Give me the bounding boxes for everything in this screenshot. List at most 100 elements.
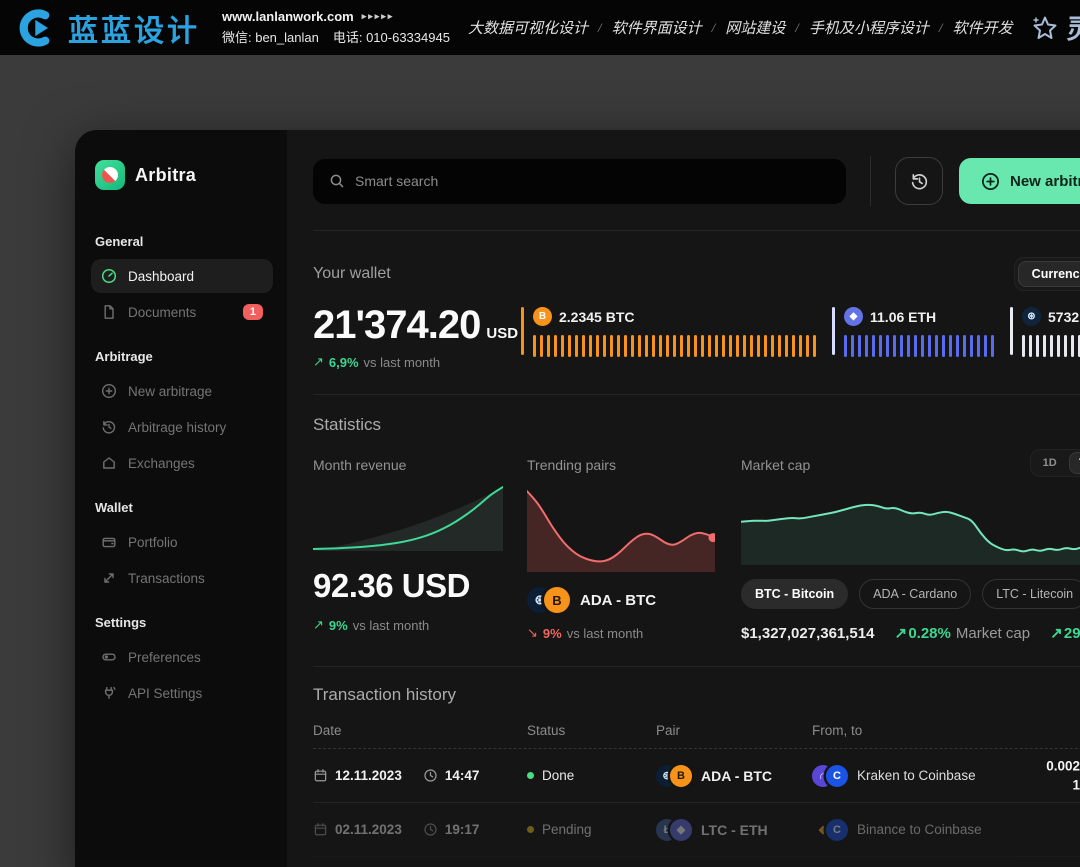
transfer-icon	[101, 570, 117, 586]
range-selector: 1D7D1M	[1030, 449, 1080, 477]
transaction-row-3[interactable]: 29.10.202304:23Done⊛BADA - BTC∩CKraken t…	[313, 857, 1080, 867]
sidebar-item-label: Dashboard	[128, 269, 194, 284]
cell-from-to: ◆CBinance to Coinbase	[812, 819, 1080, 841]
currency-group-cardano: ⊛5732.61 ADA	[1010, 307, 1080, 357]
month-revenue-label: Month revenue	[313, 457, 503, 473]
sidebar-item-documents[interactable]: Documents1	[91, 295, 273, 329]
coinbase-icon: C	[826, 819, 848, 841]
cell-status: Pending	[527, 822, 656, 837]
site-url[interactable]: www.lanlanwork.com	[222, 9, 354, 24]
trend-up-icon: ↗	[313, 617, 324, 633]
app-name: Arbitra	[135, 165, 196, 186]
app-brand[interactable]: Arbitra	[91, 160, 273, 190]
trend-up-icon: ↗	[894, 625, 907, 642]
toggle-icon	[101, 649, 117, 665]
history-icon	[101, 419, 117, 435]
lanlan-brand-text: 蓝蓝设计	[68, 6, 200, 50]
token-pill-btc-bitcoin[interactable]: BTC - Bitcoin	[741, 579, 848, 609]
arbitra-logo-icon	[95, 160, 125, 190]
ethereum-icon: ◆	[844, 307, 863, 326]
service-link-3[interactable]: 网站建设	[725, 17, 785, 38]
cell-from-to: ∩CKraken to Coinbase	[812, 765, 1080, 787]
collect-logo[interactable]: 灵感收集	[1031, 9, 1080, 46]
ethereum-amount: ◆11.06 ETH	[844, 307, 994, 326]
range-1d[interactable]: 1D	[1033, 452, 1067, 474]
market-cap-value: $1,327,027,361,514	[741, 625, 874, 642]
sidebar: Arbitra General Dashboard Documents1 Arbitr…	[75, 130, 287, 867]
trend-up-icon: ↗	[1050, 625, 1063, 642]
service-link-5[interactable]: 软件开发	[953, 17, 1013, 38]
new-arbitrage-button[interactable]: New arbitrage	[959, 158, 1080, 204]
column-header-pair: Pair	[656, 723, 812, 738]
sidebar-item-preferences[interactable]: Preferences	[91, 640, 273, 674]
bitcoin-bars	[533, 335, 816, 357]
lanlan-logo[interactable]: 蓝蓝设计	[16, 6, 200, 50]
trending-pair: ⊛B ADA - BTC	[527, 587, 717, 613]
bitcoin-amount: B2.2345 BTC	[533, 307, 816, 326]
wallet-section: Your wallet CurrenciesExchanges 21'374.2…	[313, 231, 1080, 370]
trending-pairs-chart	[527, 485, 715, 573]
sidebar-item-label: New arbitrage	[128, 384, 212, 399]
status-dot	[527, 772, 534, 779]
balance-value: 21'374.20	[313, 303, 480, 348]
phone-label: 电话: 010-63334945	[333, 27, 450, 46]
topbar: New arbitrage	[313, 156, 1080, 206]
header-contact: www.lanlanwork.com ▸▸▸▸▸ 微信: ben_lanlan …	[222, 9, 450, 46]
site-header: 蓝蓝设计 www.lanlanwork.com ▸▸▸▸▸ 微信: ben_la…	[0, 0, 1080, 55]
sidebar-item-portfolio[interactable]: Portfolio	[91, 525, 273, 559]
notification-badge: 1	[243, 304, 263, 320]
service-link-2[interactable]: 软件界面设计	[612, 17, 702, 38]
market-cap-chart	[741, 485, 1080, 565]
trending-delta: ↘ 9% vs last month	[527, 625, 717, 641]
search-input[interactable]	[355, 173, 830, 189]
currency-group-ethereum: ◆11.06 ETH	[832, 307, 994, 357]
sidebar-section-settings: Settings	[95, 615, 269, 630]
market-cap-stats: $1,327,027,361,514 ↗ 0.28% Market cap ↗ …	[741, 624, 1080, 642]
new-arbitrage-label: New arbitrage	[1010, 173, 1080, 190]
sidebar-item-label: Preferences	[128, 650, 201, 665]
token-pill-ltc-litecoin[interactable]: LTC - Litecoin	[982, 579, 1080, 609]
clock-icon	[423, 822, 438, 837]
wallet-tab-currencies[interactable]: Currencies	[1018, 261, 1080, 287]
sidebar-section-general: General	[95, 234, 269, 249]
btc-icon: B	[670, 765, 692, 787]
wechat-label: 微信: ben_lanlan	[222, 27, 319, 46]
search-icon	[329, 173, 345, 189]
sidebar-item-new-arbitrage[interactable]: New arbitrage	[91, 374, 273, 408]
sidebar-item-label: Transactions	[128, 571, 205, 586]
statistics-title: Statistics	[313, 415, 1080, 435]
month-revenue-panel: Month revenue 92.36 USD ↗ 9% vs last mon…	[313, 457, 503, 642]
clock-icon	[423, 768, 438, 783]
btc-icon: B	[544, 587, 570, 613]
sidebar-item-dashboard[interactable]: Dashboard	[91, 259, 273, 293]
sidebar-item-api-settings[interactable]: API Settings	[91, 676, 273, 710]
group-divider	[1010, 307, 1013, 355]
sidebar-item-exchanges[interactable]: Exchanges	[91, 446, 273, 480]
cardano-icon: ⊛	[1022, 307, 1041, 326]
ethereum-bars	[844, 335, 994, 357]
plus-circle-icon	[981, 172, 1000, 191]
wallet-toggle: CurrenciesExchanges	[1014, 257, 1080, 291]
range-7d[interactable]: 7D	[1069, 452, 1080, 474]
cardano-amount: ⊛5732.61 ADA	[1022, 307, 1080, 326]
month-revenue-delta: ↗ 9% vs last month	[313, 617, 503, 633]
trending-pairs-panel: Trending pairs ⊛B ADA - BTC ↘ 9% vs last…	[527, 457, 717, 642]
history-button[interactable]	[895, 157, 943, 205]
sidebar-item-arbitrage-history[interactable]: Arbitrage history	[91, 410, 273, 444]
token-filter: BTC - Bitcoin ADA - Cardano LTC - Litecoin…	[741, 579, 1080, 609]
transaction-history-title: Transaction history	[313, 685, 1080, 705]
eth-icon: ◆	[670, 819, 692, 841]
wallet-icon	[101, 534, 117, 550]
search-box[interactable]	[313, 159, 846, 204]
transaction-row-1[interactable]: 12.11.202314:47Done⊛BADA - BTC∩CKraken t…	[313, 749, 1080, 803]
arrows-decoration: ▸▸▸▸▸	[362, 11, 395, 22]
service-link-4[interactable]: 手机及小程序设计	[809, 17, 929, 38]
sidebar-item-transactions[interactable]: Transactions	[91, 561, 273, 595]
service-link-1[interactable]: 大数据可视化设计	[468, 17, 588, 38]
transaction-row-2[interactable]: 02.11.202319:17PendingŁ◆LTC - ETH◆CBinan…	[313, 803, 1080, 857]
trending-pairs-label: Trending pairs	[527, 457, 717, 473]
balance-delta: ↗ 6,9% vs last month	[313, 354, 509, 370]
service-separator: /	[598, 20, 602, 36]
page-background: Arbitra General Dashboard Documents1 Arbitr…	[0, 55, 1080, 867]
token-pill-ada-cardano[interactable]: ADA - Cardano	[859, 579, 971, 609]
